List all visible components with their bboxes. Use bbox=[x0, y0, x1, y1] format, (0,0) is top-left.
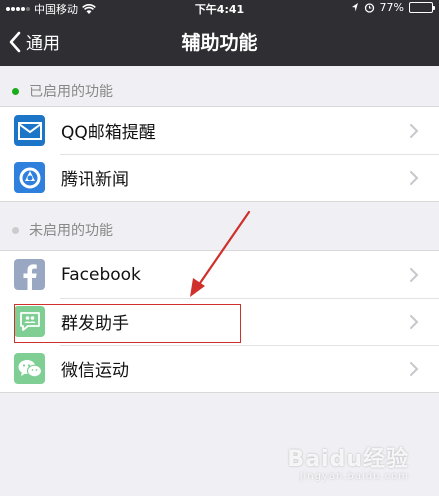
watermark-text: Baidu经验 bbox=[287, 447, 409, 472]
disabled-section-title: 未启用的功能 bbox=[29, 223, 113, 239]
chevron-right-icon bbox=[410, 315, 419, 329]
mail-icon bbox=[14, 115, 45, 146]
navigation-bar: 通用 辅助功能 bbox=[0, 16, 439, 66]
alarm-icon bbox=[364, 3, 374, 13]
page-title: 辅助功能 bbox=[181, 32, 258, 54]
watermark-subtext: jingyan.baidu.com bbox=[299, 471, 409, 482]
battery-percent: 77% bbox=[379, 1, 404, 14]
disabled-dot-icon bbox=[12, 226, 19, 234]
chevron-right-icon bbox=[410, 124, 419, 138]
item-label: Facebook bbox=[61, 264, 141, 285]
list-item-wechat-sport[interactable]: 微信运动 bbox=[0, 345, 439, 392]
facebook-icon bbox=[14, 259, 45, 290]
enabled-section-title: 已启用的功能 bbox=[29, 84, 113, 100]
chevron-right-icon bbox=[410, 268, 419, 282]
mass-message-icon bbox=[14, 306, 45, 337]
status-bar: 中国移动 下午4:41 77% bbox=[0, 0, 439, 16]
enabled-list: QQ邮箱提醒 腾讯新闻 bbox=[0, 106, 439, 202]
disabled-list: Facebook 群发助手 微信运动 bbox=[0, 250, 439, 393]
baidu-watermark: Baidu经验 jingyan.baidu.com bbox=[287, 441, 409, 482]
chevron-right-icon bbox=[410, 362, 419, 376]
chevron-right-icon bbox=[410, 171, 419, 185]
tencent-news-icon bbox=[14, 162, 45, 193]
list-item-mass-message-assistant[interactable]: 群发助手 bbox=[0, 298, 439, 345]
item-label: 群发助手 bbox=[61, 314, 129, 334]
item-label: 微信运动 bbox=[61, 361, 129, 381]
enabled-dot-icon bbox=[12, 87, 19, 95]
status-right: 77% bbox=[351, 1, 435, 14]
list-item-facebook[interactable]: Facebook bbox=[0, 251, 439, 298]
wechat-sport-icon bbox=[14, 353, 45, 384]
list-item-tencent-news[interactable]: 腾讯新闻 bbox=[0, 154, 439, 201]
list-item-qq-mail-reminder[interactable]: QQ邮箱提醒 bbox=[0, 107, 439, 154]
item-label: QQ邮箱提醒 bbox=[61, 123, 156, 143]
location-icon bbox=[351, 3, 358, 12]
battery-icon bbox=[409, 2, 435, 13]
item-label: 腾讯新闻 bbox=[61, 170, 129, 190]
enabled-section-header: 已启用的功能 bbox=[0, 74, 439, 108]
disabled-section-header: 未启用的功能 bbox=[0, 213, 439, 247]
